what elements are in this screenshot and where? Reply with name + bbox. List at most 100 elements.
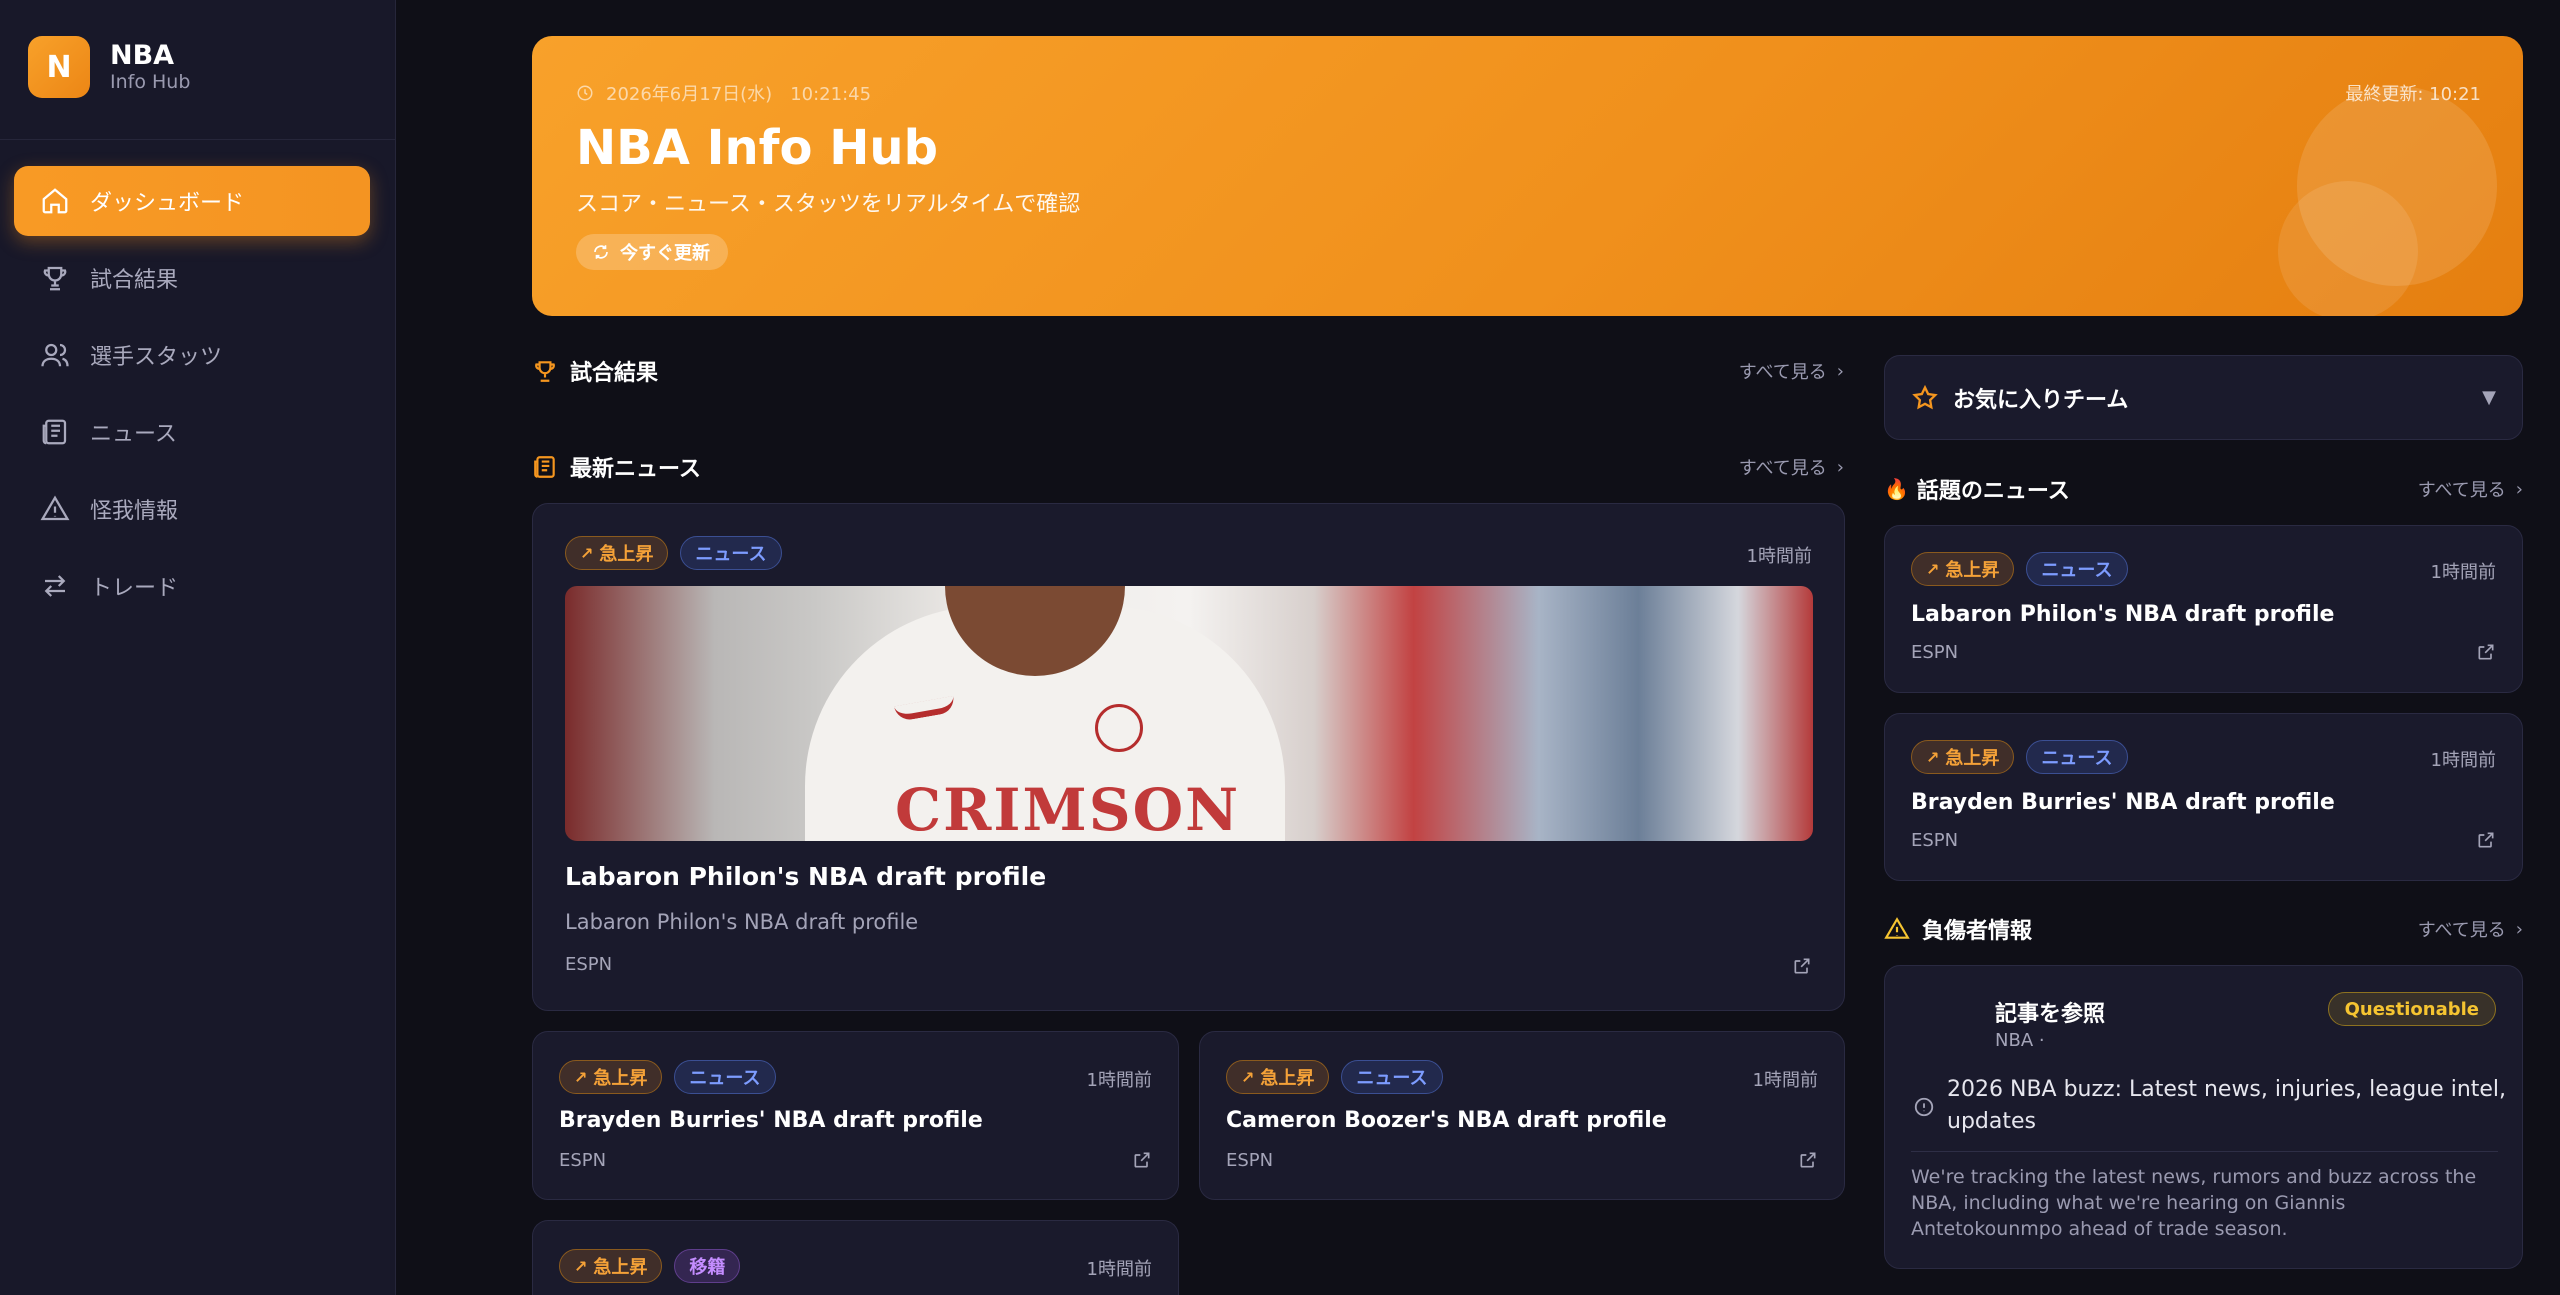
featured-news-description: Labaron Philon's NBA draft profile bbox=[565, 910, 919, 934]
trending-up-icon: ↗ bbox=[1926, 747, 1940, 767]
injury-headline: 2026 NBA buzz: Latest news, injuries, le… bbox=[1947, 1077, 2507, 1134]
sidebar-item-trades[interactable]: トレード bbox=[14, 551, 370, 621]
trending-tag: ↗ 急上昇 bbox=[559, 1249, 663, 1283]
injury-body: We're tracking the latest news, rumors a… bbox=[1911, 1166, 2477, 1240]
sidebar-item-label: 選手スタッツ bbox=[90, 345, 223, 370]
brand-name: NBA bbox=[110, 40, 175, 71]
games-section-header: 試合結果 すべて見る › bbox=[532, 354, 1844, 388]
photo-patch bbox=[1095, 704, 1143, 752]
news-source: ESPN bbox=[1911, 642, 1959, 663]
trending-see-all-link[interactable]: すべて見る › bbox=[2418, 476, 2523, 502]
divider bbox=[1911, 1151, 2498, 1152]
news-see-all-link[interactable]: すべて見る › bbox=[1739, 454, 1844, 480]
chevron-down-icon: ▼ bbox=[2482, 387, 2496, 408]
games-see-all-link[interactable]: すべて見る › bbox=[1739, 358, 1844, 384]
injury-team: NBA · bbox=[1995, 1030, 2045, 1051]
last-updated: 最終更新: 10:21 bbox=[2345, 84, 2481, 105]
injury-card[interactable]: 記事を参照 NBA · Questionable 2026 NBA buzz: … bbox=[1884, 965, 2523, 1269]
tag-label: 急上昇 bbox=[593, 1257, 648, 1278]
tag-label: 急上昇 bbox=[1945, 560, 2000, 581]
external-link-icon[interactable] bbox=[2476, 830, 2496, 850]
player-avatar bbox=[1911, 992, 1977, 1058]
category-tag: ニュース bbox=[1341, 1060, 1443, 1094]
sidebar: N NBA Info Hub ダッシュボード 試合結果 選手スタッツ ニュース … bbox=[0, 0, 396, 1295]
refresh-label: 今すぐ更新 bbox=[620, 243, 710, 264]
fire-icon: 🔥 bbox=[1884, 477, 1909, 501]
news-time: 1時間前 bbox=[1086, 1259, 1152, 1280]
sidebar-item-label: 試合結果 bbox=[90, 268, 179, 293]
chevron-right-icon: › bbox=[1836, 360, 1844, 382]
trending-section-title: 話題のニュース bbox=[1916, 479, 2070, 504]
news-title[interactable]: Brayden Burries' NBA draft profile bbox=[559, 1108, 983, 1133]
games-section-title: 試合結果 bbox=[570, 361, 659, 386]
trending-news-card[interactable]: ↗ 急上昇 ニュース 1時間前 Brayden Burries' NBA draf… bbox=[1884, 713, 2523, 881]
news-source: ESPN bbox=[1911, 830, 1959, 851]
newspaper-icon bbox=[532, 454, 558, 480]
see-all-label: すべて見る bbox=[1738, 362, 1827, 383]
trending-tag: ↗ 急上昇 bbox=[565, 536, 669, 570]
sidebar-item-news[interactable]: ニュース bbox=[14, 397, 370, 467]
news-section-title: 最新ニュース bbox=[570, 457, 701, 482]
sidebar-nav: ダッシュボード 試合結果 選手スタッツ ニュース 怪我情報 トレード bbox=[14, 166, 370, 628]
injury-see-all-link[interactable]: すべて見る › bbox=[2418, 916, 2523, 942]
news-title[interactable]: Labaron Philon's NBA draft profile bbox=[1911, 602, 2334, 627]
featured-news-title[interactable]: Labaron Philon's NBA draft profile bbox=[565, 862, 1046, 891]
trending-tag: ↗ 急上昇 bbox=[1911, 740, 2015, 774]
clock-icon bbox=[577, 85, 593, 101]
users-icon bbox=[40, 340, 70, 370]
favorite-teams-title: お気に入りチーム bbox=[1953, 387, 2129, 413]
injury-player-name: 記事を参照 bbox=[1995, 1002, 2106, 1027]
hero-datetime-text: 2026年6月17日(水) 10:21:45 bbox=[606, 84, 872, 105]
news-section-header: 最新ニュース すべて見る › bbox=[532, 450, 1844, 484]
category-tag: ニュース bbox=[674, 1060, 776, 1094]
news-source: ESPN bbox=[1226, 1150, 1274, 1171]
news-card[interactable]: ↗ 急上昇 移籍 1時間前 bbox=[532, 1220, 1179, 1295]
news-title[interactable]: Brayden Burries' NBA draft profile bbox=[1911, 790, 2335, 815]
chevron-right-icon: › bbox=[2515, 918, 2523, 940]
see-all-label: すべて見る bbox=[1738, 458, 1827, 479]
external-link-icon[interactable] bbox=[1798, 1150, 1818, 1170]
sidebar-item-label: トレード bbox=[90, 576, 179, 601]
category-tag: 移籍 bbox=[674, 1249, 741, 1283]
hero-title: NBA Info Hub bbox=[576, 120, 938, 176]
news-time: 1時間前 bbox=[1086, 1070, 1152, 1091]
news-title[interactable]: Cameron Boozer's NBA draft profile bbox=[1226, 1108, 1667, 1133]
news-card[interactable]: ↗ 急上昇 ニュース 1時間前 Cameron Boozer's NBA draf… bbox=[1199, 1031, 1845, 1200]
sidebar-divider bbox=[0, 139, 396, 140]
external-link-icon[interactable] bbox=[1792, 956, 1812, 976]
brand[interactable]: N NBA Info Hub bbox=[28, 36, 190, 98]
trending-up-icon: ↗ bbox=[574, 1067, 588, 1087]
injury-section-title: 負傷者情報 bbox=[1922, 919, 2033, 944]
hero-subtitle: スコア・ニュース・スタッツをリアルタイムで確認 bbox=[576, 192, 1081, 217]
refresh-button[interactable]: 今すぐ更新 bbox=[576, 234, 728, 270]
trophy-icon bbox=[40, 263, 70, 293]
sidebar-item-games[interactable]: 試合結果 bbox=[14, 243, 370, 313]
home-icon bbox=[40, 186, 70, 216]
star-icon bbox=[1911, 384, 1939, 412]
sidebar-item-label: ダッシュボード bbox=[90, 191, 245, 216]
news-photo: CRIMSON bbox=[565, 586, 1813, 841]
tag-label: 急上昇 bbox=[593, 1068, 648, 1089]
sidebar-item-player-stats[interactable]: 選手スタッツ bbox=[14, 320, 370, 390]
external-link-icon[interactable] bbox=[2476, 642, 2496, 662]
news-card[interactable]: ↗ 急上昇 ニュース 1時間前 Brayden Burries' NBA draf… bbox=[532, 1031, 1179, 1200]
external-link-icon[interactable] bbox=[1132, 1150, 1152, 1170]
category-tag: ニュース bbox=[680, 536, 782, 570]
chevron-right-icon: › bbox=[2515, 478, 2523, 500]
news-time: 1時間前 bbox=[1746, 546, 1812, 567]
tag-label: 急上昇 bbox=[1260, 1068, 1315, 1089]
see-all-label: すべて見る bbox=[2417, 480, 2506, 501]
sidebar-item-label: 怪我情報 bbox=[90, 499, 179, 524]
brand-logo: N bbox=[28, 36, 90, 98]
featured-news-card[interactable]: ↗ 急上昇 ニュース 1時間前 CRIMSON Labaron Philon's … bbox=[532, 503, 1845, 1011]
news-time: 1時間前 bbox=[2430, 750, 2496, 771]
chevron-right-icon: › bbox=[1836, 456, 1844, 478]
favorite-teams-dropdown[interactable]: お気に入りチーム ▼ bbox=[1884, 355, 2523, 440]
sidebar-item-injuries[interactable]: 怪我情報 bbox=[14, 474, 370, 544]
sidebar-item-dashboard[interactable]: ダッシュボード bbox=[14, 166, 370, 236]
info-icon bbox=[1914, 1097, 1934, 1117]
sidebar-item-label: ニュース bbox=[90, 422, 177, 447]
injury-section-header: 負傷者情報 すべて見る › bbox=[1884, 912, 2523, 946]
warning-icon bbox=[1884, 916, 1910, 942]
trending-news-card[interactable]: ↗ 急上昇 ニュース 1時間前 Labaron Philon's NBA draf… bbox=[1884, 525, 2523, 693]
